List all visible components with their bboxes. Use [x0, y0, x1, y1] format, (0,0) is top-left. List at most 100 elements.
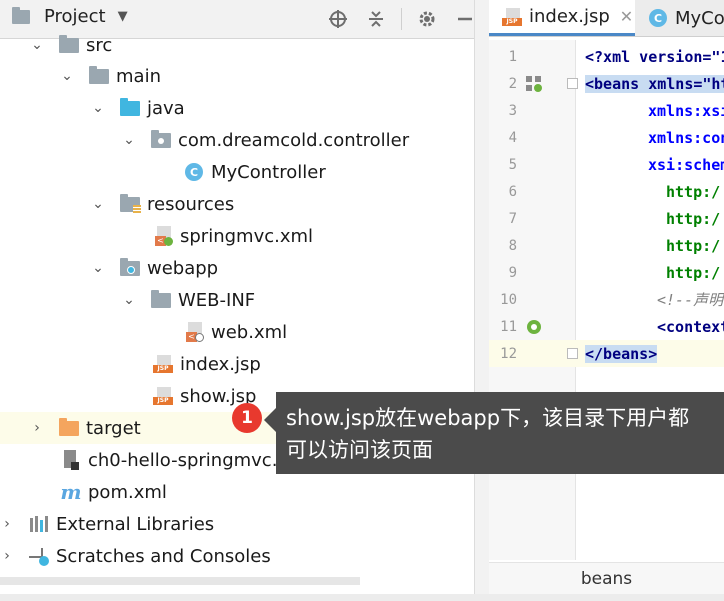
tree-item-label: External Libraries [56, 513, 215, 535]
excluded-folder-icon [58, 417, 80, 438]
horizontal-scrollbar[interactable] [0, 577, 360, 585]
code-line[interactable]: 5 xsi:schem [489, 151, 724, 178]
web-folder-icon [119, 257, 141, 278]
line-number: 8 [508, 237, 517, 254]
tab-index-jsp[interactable]: JSP index.jsp ✕ [489, 0, 635, 36]
scratches-icon [28, 546, 50, 566]
code-line[interactable]: 7 http:/ [489, 205, 724, 232]
breadcrumb-item[interactable]: beans [581, 569, 632, 589]
tree-item-main[interactable]: ⌄ main [0, 60, 474, 92]
code-text: <context [657, 317, 724, 336]
chevron-down-icon[interactable]: ⌄ [91, 196, 105, 212]
code-line[interactable]: 8 http:/ [489, 232, 724, 259]
tree-item-scratches[interactable]: › Scratches and Consoles [0, 540, 474, 572]
jsp-icon: JSP [152, 354, 174, 374]
source-folder-icon [119, 97, 141, 118]
breadcrumb[interactable]: beans [489, 562, 724, 595]
tree-item-index-jsp[interactable]: JSP index.jsp [0, 348, 474, 380]
tree-item-label: main [116, 65, 161, 87]
step-badge-number: 1 [241, 408, 253, 428]
line-number: 4 [508, 129, 517, 146]
chevron-down-icon[interactable]: ⌄ [60, 68, 74, 84]
fold-marker[interactable] [567, 78, 578, 89]
project-icon [10, 6, 32, 27]
folder-icon [58, 34, 80, 55]
line-number: 10 [500, 291, 517, 308]
package-icon [150, 129, 172, 150]
line-number: 1 [508, 48, 517, 65]
tooltip-text: show.jsp放在webapp下，该目录下用户都可以访问该页面 [286, 406, 690, 462]
bottom-scroll-strip [0, 594, 724, 601]
spring-xml-icon: < [152, 226, 174, 246]
code-line[interactable]: 3 xmlns:xsi [489, 97, 724, 124]
project-view-selector[interactable]: Project ▼ [10, 6, 128, 27]
tree-item-web-inf[interactable]: ⌄ WEB-INF [0, 284, 474, 316]
tree-item-label: ch0-hello-springmvc.iml [88, 449, 305, 471]
jsp-icon: JSP [501, 7, 523, 27]
line-number: 2 [508, 75, 517, 92]
chevron-down-icon[interactable]: ⌄ [91, 260, 105, 276]
panel-splitter[interactable] [474, 0, 489, 601]
tree-item-label: Scratches and Consoles [56, 545, 271, 567]
tree-item-java[interactable]: ⌄ java [0, 92, 474, 124]
chevron-down-icon[interactable]: ⌄ [30, 37, 44, 53]
code-line-current[interactable]: 12 </beans> [489, 340, 724, 367]
code-text: <?xml version="1 [585, 47, 724, 66]
tree-item-label: pom.xml [88, 481, 167, 503]
chevron-down-icon: ▼ [117, 9, 128, 24]
class-icon: C [647, 8, 669, 28]
tree-item-mycontroller[interactable]: C MyController [0, 156, 474, 188]
spring-bean-icon[interactable] [525, 318, 543, 336]
line-number: 3 [508, 102, 517, 119]
tree-item-label: java [147, 97, 185, 119]
line-number: 12 [500, 345, 517, 362]
tree-item-springmvc-xml[interactable]: < springmvc.xml [0, 220, 474, 252]
chevron-right-icon[interactable]: › [30, 420, 44, 436]
maven-icon: m [60, 480, 82, 504]
tree-item-package[interactable]: ⌄ com.dreamcold.controller [0, 124, 474, 156]
code-line[interactable]: 1 <?xml version="1 [489, 43, 724, 70]
tab-mycontroller[interactable]: C MyCon [637, 0, 724, 36]
chevron-down-icon[interactable]: ⌄ [122, 132, 136, 148]
code-line[interactable]: 6 http:/ [489, 178, 724, 205]
resources-folder-icon [119, 193, 141, 214]
tree-item-src[interactable]: ⌄ src [0, 29, 474, 61]
class-icon: C [183, 162, 205, 182]
code-text: http:/ [666, 263, 721, 282]
fold-marker[interactable] [567, 348, 578, 359]
line-number: 9 [508, 264, 517, 281]
tree-item-pom-xml[interactable]: m pom.xml [0, 476, 474, 508]
bean-gutter-icon[interactable] [525, 75, 543, 93]
chevron-right-icon[interactable]: › [0, 516, 14, 532]
step-badge: 1 [232, 403, 262, 433]
tree-item-external-libraries[interactable]: › External Libraries [0, 508, 474, 540]
code-line[interactable]: 4 xmlns:con [489, 124, 724, 151]
code-text: http:/ [666, 236, 721, 255]
tab-label: MyCon [675, 7, 724, 29]
tree-item-label: index.jsp [180, 353, 261, 375]
iml-icon [60, 450, 82, 470]
close-icon[interactable]: ✕ [620, 7, 633, 26]
chevron-right-icon[interactable]: › [0, 548, 14, 564]
code-line[interactable]: 2 <beans xmlns="ht [489, 70, 724, 97]
header-divider [401, 8, 402, 30]
code-line[interactable]: 9 http:/ [489, 259, 724, 286]
line-number: 7 [508, 210, 517, 227]
line-number: 5 [508, 156, 517, 173]
tree-item-label: springmvc.xml [180, 225, 314, 247]
code-line[interactable]: 11 <context [489, 313, 724, 340]
tree-item-webapp[interactable]: ⌄ webapp [0, 252, 474, 284]
code-line[interactable]: 10 <!--声明 [489, 286, 724, 313]
tree-item-resources[interactable]: ⌄ resources [0, 188, 474, 220]
code-text: xmlns:con [648, 128, 724, 147]
tree-item-web-xml[interactable]: < web.xml [0, 316, 474, 348]
tree-item-label: webapp [147, 257, 219, 279]
chevron-down-icon[interactable]: ⌄ [122, 292, 136, 308]
chevron-down-icon[interactable]: ⌄ [91, 100, 105, 116]
code-text: http:/ [666, 182, 721, 201]
code-text: </beans> [585, 344, 658, 363]
project-panel: Project ▼ ⌄ src ⌄ main ⌄ java ⌄ com.drea… [0, 0, 474, 601]
web-xml-icon: < [183, 322, 205, 342]
tree-item-label: resources [147, 193, 235, 215]
editor-tabs: JSP index.jsp ✕ C MyCon [489, 0, 724, 37]
